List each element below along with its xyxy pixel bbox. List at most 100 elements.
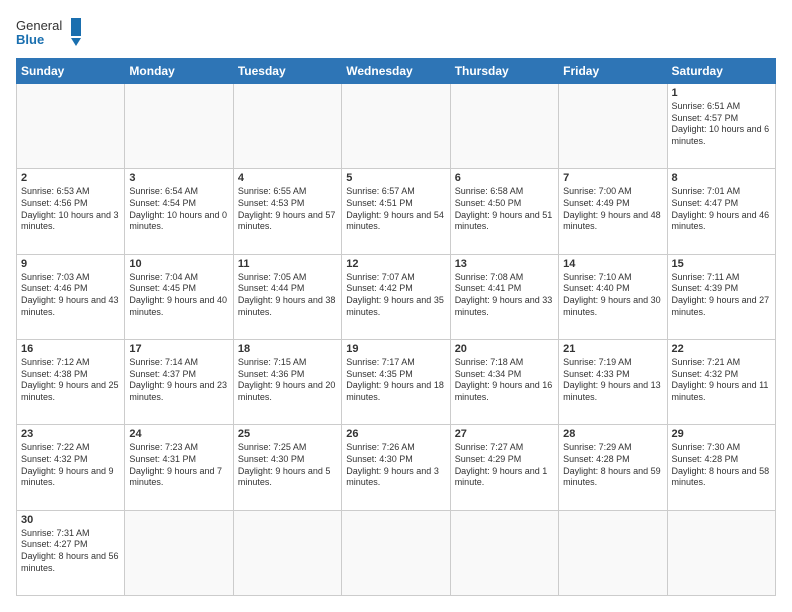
calendar-cell: 10Sunrise: 7:04 AM Sunset: 4:45 PM Dayli…: [125, 254, 233, 339]
day-number: 13: [455, 258, 554, 270]
calendar-cell: 17Sunrise: 7:14 AM Sunset: 4:37 PM Dayli…: [125, 339, 233, 424]
day-number: 25: [238, 428, 337, 440]
day-number: 6: [455, 172, 554, 184]
day-info: Sunrise: 7:23 AM Sunset: 4:31 PM Dayligh…: [129, 442, 228, 489]
weekday-header-monday: Monday: [125, 59, 233, 84]
calendar-cell: 28 Sunrise: 7:29 AM Sunset: 4:28 PM Dayli…: [559, 425, 667, 510]
calendar-cell: 21Sunrise: 7:19 AM Sunset: 4:33 PM Dayli…: [559, 339, 667, 424]
day-info: Sunrise: 7:12 AM Sunset: 4:38 PM Dayligh…: [21, 357, 120, 404]
calendar-cell: 2 Sunrise: 6:53 AM Sunset: 4:56 PM Daylig…: [17, 169, 125, 254]
day-info: Sunrise: 7:26 AM Sunset: 4:30 PM Dayligh…: [346, 442, 445, 489]
calendar-cell: 18Sunrise: 7:15 AM Sunset: 4:36 PM Dayli…: [233, 339, 341, 424]
day-info: Sunrise: 7:18 AM Sunset: 4:34 PM Dayligh…: [455, 357, 554, 404]
day-info: Sunrise: 7:01 AM Sunset: 4:47 PM Dayligh…: [672, 186, 771, 233]
calendar-week-1: 1 Sunrise: 6:51 AM Sunset: 4:57 PM Daylig…: [17, 84, 776, 169]
calendar-cell: [559, 84, 667, 169]
page: GeneralBlue SundayMondayTuesdayWednesday…: [0, 0, 792, 612]
calendar-cell: [450, 510, 558, 595]
calendar-cell: 23 Sunrise: 7:22 AM Sunset: 4:32 PM Dayli…: [17, 425, 125, 510]
day-number: 30: [21, 514, 120, 526]
day-number: 8: [672, 172, 771, 184]
day-info: Sunrise: 7:03 AM Sunset: 4:46 PM Dayligh…: [21, 272, 120, 319]
calendar-cell: 9 Sunrise: 7:03 AM Sunset: 4:46 PM Daylig…: [17, 254, 125, 339]
calendar-cell: [125, 84, 233, 169]
day-number: 19: [346, 343, 445, 355]
day-info: Sunrise: 7:29 AM Sunset: 4:28 PM Dayligh…: [563, 442, 662, 489]
day-number: 24: [129, 428, 228, 440]
calendar-cell: 25 Sunrise: 7:25 AM Sunset: 4:30 PM Dayli…: [233, 425, 341, 510]
logo: GeneralBlue: [16, 16, 86, 48]
day-info: Sunrise: 7:11 AM Sunset: 4:39 PM Dayligh…: [672, 272, 771, 319]
day-number: 2: [21, 172, 120, 184]
calendar-cell: 29 Sunrise: 7:30 AM Sunset: 4:28 PM Dayli…: [667, 425, 775, 510]
calendar-cell: 4 Sunrise: 6:55 AM Sunset: 4:53 PM Daylig…: [233, 169, 341, 254]
svg-text:Blue: Blue: [16, 32, 44, 47]
calendar-cell: 3 Sunrise: 6:54 AM Sunset: 4:54 PM Daylig…: [125, 169, 233, 254]
calendar-cell: [667, 510, 775, 595]
calendar-cell: 6 Sunrise: 6:58 AM Sunset: 4:50 PM Daylig…: [450, 169, 558, 254]
calendar-cell: [342, 84, 450, 169]
day-number: 4: [238, 172, 337, 184]
calendar-cell: 7Sunrise: 7:00 AM Sunset: 4:49 PM Daylig…: [559, 169, 667, 254]
calendar-cell: [342, 510, 450, 595]
day-number: 14: [563, 258, 662, 270]
day-info: Sunrise: 7:27 AM Sunset: 4:29 PM Dayligh…: [455, 442, 554, 489]
day-number: 15: [672, 258, 771, 270]
calendar-cell: [233, 84, 341, 169]
day-info: Sunrise: 6:57 AM Sunset: 4:51 PM Dayligh…: [346, 186, 445, 233]
calendar-cell: 24 Sunrise: 7:23 AM Sunset: 4:31 PM Dayli…: [125, 425, 233, 510]
day-number: 7: [563, 172, 662, 184]
generalblue-logo-icon: GeneralBlue: [16, 16, 86, 48]
calendar-cell: [559, 510, 667, 595]
day-number: 26: [346, 428, 445, 440]
calendar-cell: 27 Sunrise: 7:27 AM Sunset: 4:29 PM Dayli…: [450, 425, 558, 510]
calendar-cell: 13 Sunrise: 7:08 AM Sunset: 4:41 PM Dayli…: [450, 254, 558, 339]
calendar-cell: 22Sunrise: 7:21 AM Sunset: 4:32 PM Dayli…: [667, 339, 775, 424]
calendar-cell: 12Sunrise: 7:07 AM Sunset: 4:42 PM Dayli…: [342, 254, 450, 339]
day-number: 9: [21, 258, 120, 270]
day-number: 5: [346, 172, 445, 184]
day-info: Sunrise: 7:31 AM Sunset: 4:27 PM Dayligh…: [21, 528, 120, 575]
day-info: Sunrise: 6:55 AM Sunset: 4:53 PM Dayligh…: [238, 186, 337, 233]
calendar-week-3: 9 Sunrise: 7:03 AM Sunset: 4:46 PM Daylig…: [17, 254, 776, 339]
calendar-week-5: 23 Sunrise: 7:22 AM Sunset: 4:32 PM Dayli…: [17, 425, 776, 510]
weekday-header-thursday: Thursday: [450, 59, 558, 84]
calendar-cell: 1 Sunrise: 6:51 AM Sunset: 4:57 PM Daylig…: [667, 84, 775, 169]
day-number: 16: [21, 343, 120, 355]
day-number: 10: [129, 258, 228, 270]
day-number: 23: [21, 428, 120, 440]
day-info: Sunrise: 6:54 AM Sunset: 4:54 PM Dayligh…: [129, 186, 228, 233]
day-number: 28: [563, 428, 662, 440]
weekday-header-friday: Friday: [559, 59, 667, 84]
day-info: Sunrise: 6:53 AM Sunset: 4:56 PM Dayligh…: [21, 186, 120, 233]
calendar-table: SundayMondayTuesdayWednesdayThursdayFrid…: [16, 58, 776, 596]
day-info: Sunrise: 7:08 AM Sunset: 4:41 PM Dayligh…: [455, 272, 554, 319]
day-info: Sunrise: 7:14 AM Sunset: 4:37 PM Dayligh…: [129, 357, 228, 404]
day-info: Sunrise: 6:51 AM Sunset: 4:57 PM Dayligh…: [672, 101, 771, 148]
day-info: Sunrise: 7:05 AM Sunset: 4:44 PM Dayligh…: [238, 272, 337, 319]
day-info: Sunrise: 7:30 AM Sunset: 4:28 PM Dayligh…: [672, 442, 771, 489]
calendar-cell: 20Sunrise: 7:18 AM Sunset: 4:34 PM Dayli…: [450, 339, 558, 424]
day-info: Sunrise: 7:10 AM Sunset: 4:40 PM Dayligh…: [563, 272, 662, 319]
day-info: Sunrise: 7:17 AM Sunset: 4:35 PM Dayligh…: [346, 357, 445, 404]
day-number: 21: [563, 343, 662, 355]
calendar-cell: [233, 510, 341, 595]
day-info: Sunrise: 7:07 AM Sunset: 4:42 PM Dayligh…: [346, 272, 445, 319]
day-number: 29: [672, 428, 771, 440]
day-number: 1: [672, 87, 771, 99]
day-info: Sunrise: 7:22 AM Sunset: 4:32 PM Dayligh…: [21, 442, 120, 489]
day-number: 27: [455, 428, 554, 440]
day-info: Sunrise: 6:58 AM Sunset: 4:50 PM Dayligh…: [455, 186, 554, 233]
weekday-header-row: SundayMondayTuesdayWednesdayThursdayFrid…: [17, 59, 776, 84]
calendar-cell: 16 Sunrise: 7:12 AM Sunset: 4:38 PM Dayli…: [17, 339, 125, 424]
day-info: Sunrise: 7:25 AM Sunset: 4:30 PM Dayligh…: [238, 442, 337, 489]
weekday-header-sunday: Sunday: [17, 59, 125, 84]
calendar-cell: 14 Sunrise: 7:10 AM Sunset: 4:40 PM Dayli…: [559, 254, 667, 339]
calendar-cell: 15 Sunrise: 7:11 AM Sunset: 4:39 PM Dayli…: [667, 254, 775, 339]
calendar-cell: 11Sunrise: 7:05 AM Sunset: 4:44 PM Dayli…: [233, 254, 341, 339]
day-number: 3: [129, 172, 228, 184]
calendar-cell: 5 Sunrise: 6:57 AM Sunset: 4:51 PM Daylig…: [342, 169, 450, 254]
day-number: 22: [672, 343, 771, 355]
weekday-header-wednesday: Wednesday: [342, 59, 450, 84]
calendar-cell: 8 Sunrise: 7:01 AM Sunset: 4:47 PM Daylig…: [667, 169, 775, 254]
